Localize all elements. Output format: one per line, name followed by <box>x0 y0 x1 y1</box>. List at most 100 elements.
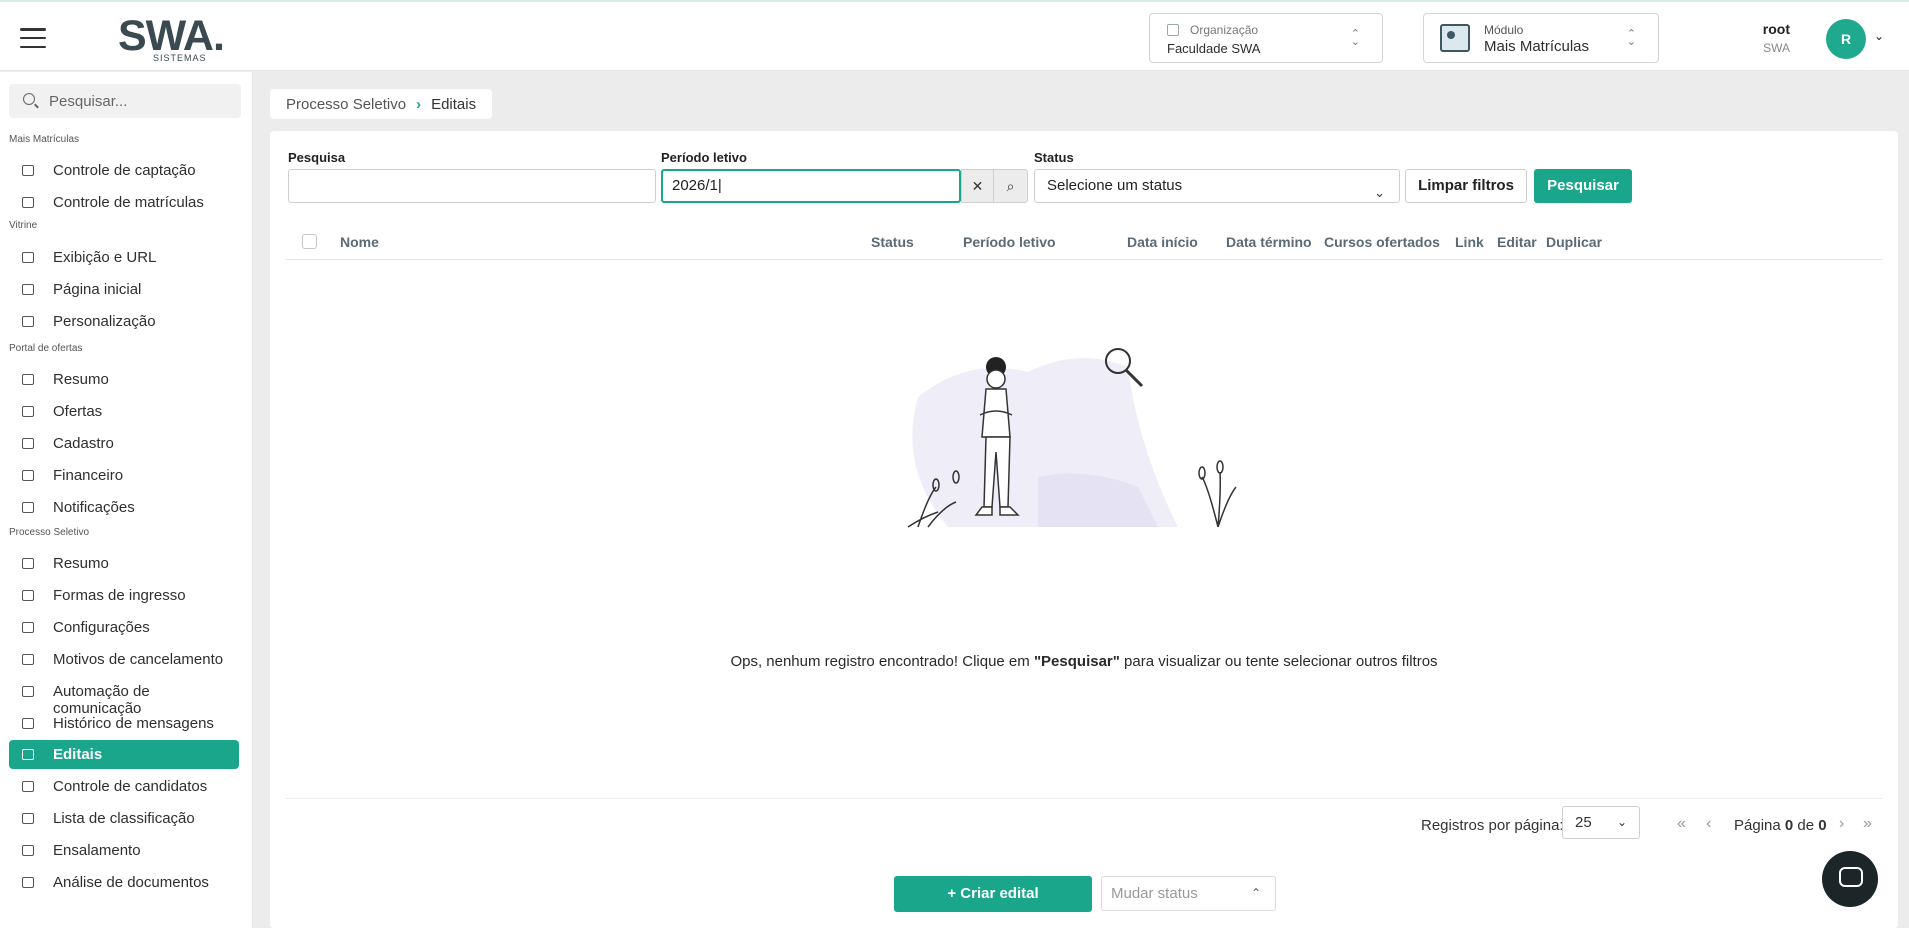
col-editar: Editar <box>1497 234 1537 250</box>
module-value: Mais Matrículas <box>1484 38 1590 55</box>
sidebar-item-label: Ofertas <box>53 403 103 420</box>
period-search-button[interactable]: ⌕ <box>993 169 1028 203</box>
menu-item-icon <box>22 374 34 385</box>
sidebar-item[interactable]: Notificações <box>9 493 239 522</box>
chevron-down-icon: ⌄ <box>1374 185 1385 200</box>
prev-page-icon[interactable]: ‹ <box>1706 815 1711 833</box>
sidebar-item[interactable]: Controle de captação <box>9 156 239 185</box>
menu-item-icon <box>22 622 34 633</box>
menu-item-icon <box>22 558 34 569</box>
breadcrumb-parent[interactable]: Processo Seletivo <box>286 96 406 113</box>
organization-label: Organização <box>1190 23 1259 37</box>
col-cursos[interactable]: Cursos ofertados <box>1324 234 1440 250</box>
search-input[interactable] <box>288 169 656 203</box>
breadcrumb-current: Editais <box>431 95 477 113</box>
sidebar-section-title: Vitrine <box>9 220 38 231</box>
divider <box>286 798 1882 799</box>
sidebar-item[interactable]: Histórico de mensagens <box>9 709 239 738</box>
sidebar-item-label: Resumo <box>53 555 109 572</box>
menu-item-icon <box>22 781 34 792</box>
menu-icon[interactable] <box>20 28 46 48</box>
period-input[interactable]: 2026/1| <box>661 169 961 203</box>
chevron-down-icon[interactable]: ⌄ <box>1874 29 1884 43</box>
sidebar-item[interactable]: Lista de classificação <box>9 804 239 833</box>
last-page-icon[interactable]: » <box>1863 815 1872 833</box>
sidebar-item[interactable]: Formas de ingresso <box>9 581 239 610</box>
sidebar-item-label: Notificações <box>53 499 135 516</box>
sidebar-item[interactable]: Resumo <box>9 365 239 394</box>
module-selector[interactable]: Módulo Mais Matrículas ⌃ ⌄ <box>1423 13 1659 63</box>
table-header: Nome Status Período letivo Data início D… <box>286 222 1882 260</box>
sidebar-item-label: Análise de documentos <box>53 874 209 891</box>
create-edital-button[interactable]: + Criar edital <box>894 876 1092 912</box>
search-button[interactable]: Pesquisar <box>1534 169 1632 203</box>
col-nome[interactable]: Nome <box>340 234 379 250</box>
per-page-select[interactable]: 25 ⌄ <box>1562 806 1640 839</box>
sidebar-item[interactable]: Editais <box>9 740 239 769</box>
sidebar-item-label: Página inicial <box>53 281 142 298</box>
sidebar-item[interactable]: Personalização <box>9 307 239 336</box>
sidebar-item[interactable]: Resumo <box>9 549 239 578</box>
building-icon <box>1167 24 1179 36</box>
menu-item-icon <box>22 197 34 208</box>
chat-icon[interactable] <box>1822 851 1878 907</box>
menu-item-icon <box>22 470 34 481</box>
chevron-down-icon: ⌄ <box>1616 815 1627 829</box>
sidebar-item[interactable]: Controle de candidatos <box>9 772 239 801</box>
sidebar: Pesquisar... Mais Matrículas Controle de … <box>0 72 253 928</box>
sidebar-item[interactable]: Exibição e URL <box>9 243 239 272</box>
page-indicator: Página 0 de 0 <box>1734 817 1827 834</box>
col-data-termino[interactable]: Data término <box>1226 234 1312 250</box>
sidebar-item-label: Exibição e URL <box>53 249 157 266</box>
sidebar-item-label: Resumo <box>53 371 109 388</box>
clear-filters-button[interactable]: Limpar filtros <box>1405 169 1527 203</box>
sidebar-item-label: Motivos de cancelamento <box>53 651 224 668</box>
sidebar-item[interactable]: Cadastro <box>9 429 239 458</box>
sidebar-item[interactable]: Automação de comunicação <box>9 677 239 717</box>
clear-period-button[interactable]: ✕ <box>961 169 994 203</box>
status-label: Status <box>1034 150 1074 165</box>
sidebar-item[interactable]: Análise de documentos <box>9 868 239 897</box>
user-company: SWA <box>1763 41 1790 55</box>
sidebar-item-label: Controle de matrículas <box>53 194 204 211</box>
sidebar-item[interactable]: Financeiro <box>9 461 239 490</box>
status-select[interactable]: Selecione um status ⌄ <box>1034 169 1400 203</box>
sidebar-item-label: Editais <box>53 746 103 763</box>
next-page-icon[interactable]: › <box>1839 815 1844 833</box>
breadcrumb: Processo Seletivo › Editais <box>270 89 493 119</box>
empty-message: Ops, nenhum registro encontrado! Clique … <box>730 653 1438 670</box>
sidebar-item-label: Histórico de mensagens <box>53 715 214 732</box>
per-page-label: Registros por página: <box>1421 817 1564 834</box>
empty-state-illustration <box>907 348 1237 528</box>
menu-item-icon <box>22 590 34 601</box>
sidebar-item-label: Financeiro <box>53 467 124 484</box>
period-label: Período letivo <box>661 150 747 165</box>
sidebar-search-placeholder: Pesquisar... <box>49 93 128 110</box>
first-page-icon[interactable]: « <box>1677 815 1686 833</box>
sidebar-item-label: Personalização <box>53 313 156 330</box>
sidebar-search-input[interactable]: Pesquisar... <box>9 84 241 118</box>
change-status-select[interactable]: Mudar status ⌃ <box>1101 876 1276 911</box>
col-periodo[interactable]: Período letivo <box>963 234 1056 250</box>
avatar[interactable]: R <box>1826 19 1866 59</box>
chevron-up-icon: ⌃ <box>1250 886 1261 900</box>
col-data-inicio[interactable]: Data início <box>1127 234 1198 250</box>
user-menu[interactable]: root SWA R ⌄ <box>1760 19 1884 59</box>
col-status[interactable]: Status <box>871 234 914 250</box>
sidebar-item[interactable]: Ofertas <box>9 397 239 426</box>
sidebar-section-title: Mais Matrículas <box>9 134 80 145</box>
sidebar-item-label: Cadastro <box>53 435 114 452</box>
sidebar-item-label: Controle de candidatos <box>53 778 208 795</box>
sidebar-item[interactable]: Ensalamento <box>9 836 239 865</box>
logo[interactable]: SWA. SISTEMAS <box>118 14 228 64</box>
sidebar-item[interactable]: Controle de matrículas <box>9 188 239 217</box>
module-icon <box>1440 24 1470 52</box>
select-all-checkbox[interactable] <box>302 234 317 249</box>
sidebar-item[interactable]: Página inicial <box>9 275 239 304</box>
menu-item-icon <box>22 502 34 513</box>
sidebar-item[interactable]: Configurações <box>9 613 239 642</box>
organization-selector[interactable]: Organização Faculdade SWA ⌃ ⌄ <box>1149 13 1383 63</box>
user-name: root <box>1762 21 1790 37</box>
col-link: Link <box>1455 234 1484 250</box>
sidebar-item[interactable]: Motivos de cancelamento <box>9 645 239 674</box>
